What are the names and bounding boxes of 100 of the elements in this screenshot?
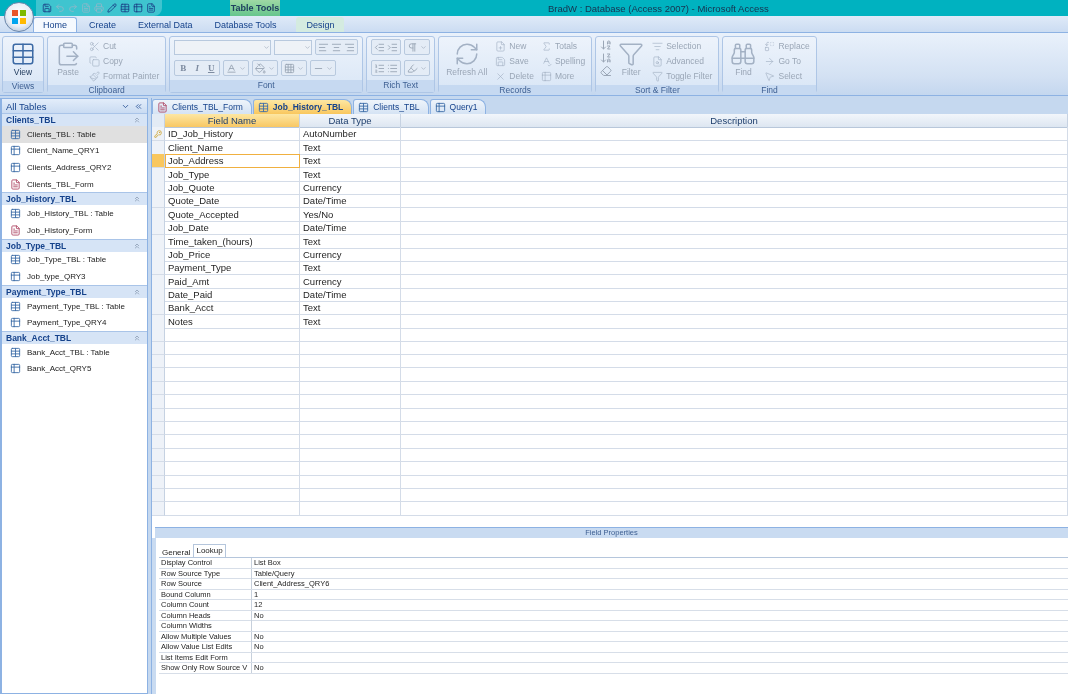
gridlines-button[interactable]: [281, 60, 308, 76]
bullet-list-icon[interactable]: [387, 62, 399, 74]
empty-cell[interactable]: [401, 341, 1068, 356]
data-type-cell[interactable]: Text: [300, 301, 401, 316]
table-icon[interactable]: [120, 3, 130, 13]
printer-icon[interactable]: [94, 3, 104, 13]
empty-cell[interactable]: [300, 381, 401, 396]
ribbon-tab[interactable]: Database Tools: [204, 17, 287, 32]
empty-cell[interactable]: [401, 488, 1068, 503]
document-tab[interactable]: Clients_TBL_Form: [152, 99, 252, 114]
description-cell[interactable]: [401, 247, 1068, 262]
field-name-cell[interactable]: Job_Price: [165, 247, 300, 262]
description-cell[interactable]: [401, 140, 1068, 155]
outdent-icon[interactable]: [374, 41, 386, 53]
align-center-icon[interactable]: [331, 41, 343, 53]
row-selector[interactable]: [152, 194, 165, 209]
field-name-cell[interactable]: Paid_Amt: [165, 274, 300, 289]
row-selector[interactable]: [152, 261, 165, 276]
align-right-icon[interactable]: [344, 41, 356, 53]
empty-cell[interactable]: [300, 488, 401, 503]
document-tab[interactable]: Query1: [429, 99, 487, 114]
field-name-cell[interactable]: Payment_Type: [165, 261, 300, 276]
collapse-icon[interactable]: [133, 195, 141, 204]
empty-cell[interactable]: [401, 395, 1068, 409]
ribbon-tab[interactable]: Create: [79, 17, 127, 32]
data-type-cell[interactable]: Text: [300, 234, 401, 249]
indent-icon[interactable]: [387, 41, 399, 53]
properties-tab[interactable]: General: [159, 546, 194, 557]
paragraph-button[interactable]: [404, 39, 431, 55]
empty-cell[interactable]: [401, 368, 1068, 382]
description-cell[interactable]: [401, 234, 1068, 249]
nav-item[interactable]: Clients_TBL : Table: [2, 126, 147, 143]
pencil-icon[interactable]: [107, 3, 117, 13]
collapse-icon[interactable]: [134, 101, 143, 111]
row-selector[interactable]: [152, 355, 165, 369]
description-cell[interactable]: [401, 154, 1068, 169]
ribbon-tab[interactable]: Design: [296, 17, 345, 32]
data-type-cell[interactable]: Text: [300, 140, 401, 155]
description-cell[interactable]: [401, 274, 1068, 289]
field-name-cell[interactable]: Date_Paid: [165, 288, 300, 303]
numbered-list-icon[interactable]: [374, 62, 386, 74]
empty-cell[interactable]: [401, 462, 1068, 476]
data-type-cell[interactable]: Text: [300, 261, 401, 276]
ribbon-button[interactable]: View: [7, 39, 39, 79]
empty-cell[interactable]: [300, 448, 401, 463]
document-icon[interactable]: [81, 3, 91, 13]
nav-group-header[interactable]: Job_History_TBL: [2, 192, 147, 206]
font-color-button[interactable]: [223, 60, 250, 76]
data-type-cell[interactable]: Date/Time: [300, 221, 401, 236]
data-type-cell[interactable]: Text: [300, 154, 401, 169]
empty-cell[interactable]: [401, 448, 1068, 463]
align-left-icon[interactable]: [318, 41, 330, 53]
ribbon-tab[interactable]: External Data: [128, 17, 203, 32]
collapse-icon[interactable]: [133, 333, 141, 342]
empty-cell[interactable]: [300, 502, 401, 516]
empty-cell[interactable]: [300, 462, 401, 476]
field-name-cell[interactable]: Job_Quote: [165, 180, 300, 195]
field-name-cell[interactable]: Job_Type: [165, 167, 300, 182]
empty-cell[interactable]: [300, 408, 401, 422]
empty-cell[interactable]: [401, 408, 1068, 422]
data-type-cell[interactable]: Date/Time: [300, 288, 401, 303]
fill-color-button[interactable]: [252, 60, 279, 76]
row-selector[interactable]: [152, 127, 165, 142]
empty-cell[interactable]: [300, 355, 401, 369]
field-name-cell[interactable]: ID_Job_History: [165, 127, 300, 142]
row-selector[interactable]: [152, 462, 165, 476]
redo-icon[interactable]: [68, 3, 78, 13]
description-cell[interactable]: [401, 221, 1068, 236]
row-selector[interactable]: [152, 221, 165, 236]
row-selector[interactable]: [152, 395, 165, 409]
properties-tab[interactable]: Lookup: [193, 544, 226, 557]
data-type-cell[interactable]: AutoNumber: [300, 127, 401, 142]
document-tab[interactable]: Job_History_TBL: [252, 99, 353, 114]
ribbon-tab[interactable]: Home: [33, 17, 77, 32]
description-cell[interactable]: [401, 167, 1068, 182]
field-name-cell[interactable]: Job_Address: [165, 154, 300, 169]
description-cell[interactable]: [401, 180, 1068, 195]
description-cell[interactable]: [401, 261, 1068, 276]
data-type-cell[interactable]: Currency: [300, 274, 401, 289]
field-name-cell[interactable]: Quote_Accepted: [165, 207, 300, 222]
description-cell[interactable]: [401, 314, 1068, 329]
field-name-cell[interactable]: Bank_Acct: [165, 301, 300, 316]
collapse-icon[interactable]: [133, 116, 141, 124]
eraser-icon[interactable]: [600, 65, 613, 77]
corner-cell[interactable]: [152, 114, 165, 128]
empty-cell[interactable]: [401, 381, 1068, 396]
empty-cell[interactable]: [300, 341, 401, 356]
row-selector[interactable]: [152, 154, 165, 169]
field-name-cell[interactable]: Client_Name: [165, 140, 300, 155]
row-selector[interactable]: [152, 301, 165, 316]
empty-cell[interactable]: [300, 435, 401, 449]
highlight-button[interactable]: [404, 60, 431, 76]
row-selector[interactable]: [152, 502, 165, 516]
empty-cell[interactable]: [401, 355, 1068, 369]
field-name-cell[interactable]: Notes: [165, 314, 300, 329]
sort-ascending-icon[interactable]: [600, 39, 613, 51]
empty-cell[interactable]: [300, 328, 401, 342]
data-type-cell[interactable]: Currency: [300, 247, 401, 262]
empty-cell[interactable]: [401, 435, 1068, 449]
line-style-button[interactable]: [310, 60, 337, 76]
